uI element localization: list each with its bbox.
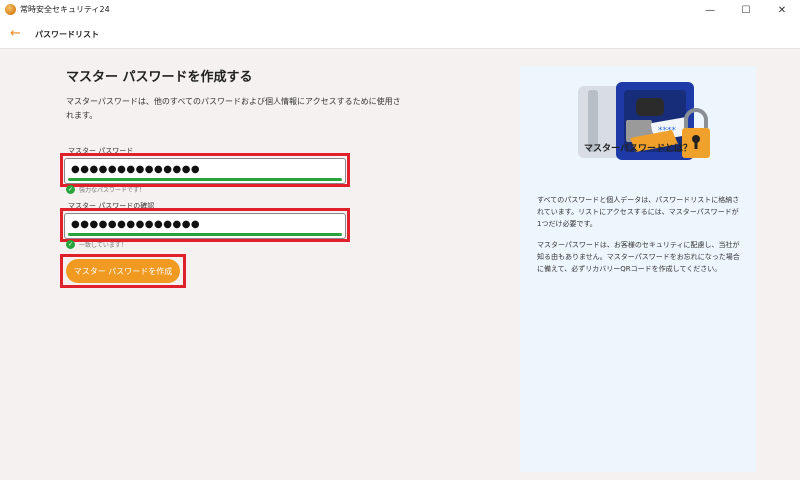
confirm-hint-text: 一致しています！	[79, 242, 127, 249]
maximize-button[interactable]: ☐	[728, 0, 764, 20]
close-button[interactable]: ✕	[764, 0, 800, 20]
confirm-match-hint: ✓ 一致しています！	[66, 240, 127, 249]
page-description: マスターパスワードは、他のすべてのパスワードおよび個人情報にアクセスするために使…	[66, 97, 401, 120]
header-title: パスワードリスト	[35, 30, 99, 39]
info-panel-title: マスターパスワードとは？	[584, 144, 692, 154]
back-arrow-icon[interactable]: ←	[10, 26, 21, 41]
password-hint-text: 強力なパスワードです！	[79, 187, 146, 194]
confirm-match-bar	[68, 233, 342, 236]
confirm-password-input[interactable]: ●●●●●●●●●●●●●●	[64, 213, 346, 239]
master-password-input[interactable]: ●●●●●●●●●●●●●●	[64, 158, 346, 184]
master-password-value: ●●●●●●●●●●●●●●	[71, 164, 201, 175]
app-logo-icon	[5, 4, 16, 15]
vault-illustration: ****	[578, 82, 710, 160]
confirm-password-label: マスター パスワードの確認	[68, 202, 155, 210]
info-paragraph-2: マスターパスワードは、お客様のセキュリティに配慮し、当社が知る由もありません。マ…	[537, 241, 740, 273]
page-title: マスター パスワードを作成する	[66, 70, 253, 85]
page-header: ← パスワードリスト	[0, 20, 800, 49]
confirm-password-value: ●●●●●●●●●●●●●●	[71, 219, 201, 230]
minimize-button[interactable]: —	[692, 0, 728, 20]
password-strength-hint: ✓ 強力なパスワードです！	[66, 185, 145, 194]
create-master-password-button[interactable]: マスター パスワードを作成	[66, 259, 180, 283]
master-password-label: マスター パスワード	[68, 147, 134, 155]
app-title: 常時安全セキュリティ24	[20, 5, 110, 14]
check-icon: ✓	[66, 185, 75, 194]
info-panel: **** マスターパスワードとは？ すべてのパスワードと個人データは、パスワード…	[520, 66, 756, 472]
password-strength-bar	[68, 178, 342, 181]
check-icon: ✓	[66, 240, 75, 249]
info-paragraph-1: すべてのパスワードと個人データは、パスワードリストに格納されています。リストにア…	[537, 196, 740, 228]
title-bar: 常時安全セキュリティ24 — ☐ ✕	[0, 0, 800, 20]
